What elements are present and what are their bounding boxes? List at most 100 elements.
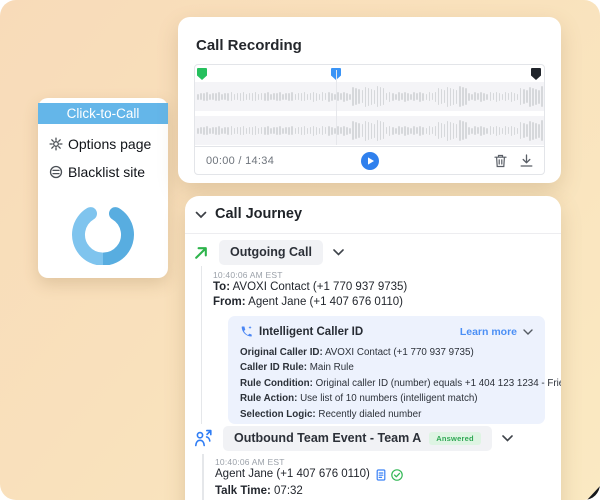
power-icon[interactable]	[67, 193, 139, 265]
waveform-bar	[480, 92, 482, 102]
waveform-bar	[456, 90, 458, 104]
waveform-bar	[374, 90, 376, 104]
caller-id-field: Caller ID Rule: Main Rule	[240, 360, 533, 375]
waveform-bar	[322, 126, 324, 135]
waveform-bar	[486, 94, 488, 100]
waveform-bar	[279, 92, 281, 101]
waveform-bar	[221, 128, 223, 134]
waveform-bar	[511, 92, 513, 102]
waveform-bar	[295, 128, 297, 134]
waveform-bar	[304, 92, 306, 101]
caller-id-field: Rule Action: Use list of 10 numbers (int…	[240, 391, 533, 406]
chevron-down-icon[interactable]	[502, 435, 513, 442]
menu-item-options-page[interactable]: Options page	[38, 136, 168, 152]
waveform-bar	[523, 123, 525, 138]
waveform-bar	[477, 93, 479, 100]
waveform-bar	[264, 127, 266, 135]
end-marker[interactable]	[531, 68, 541, 81]
waveform-bar	[234, 94, 236, 100]
waveform-bar	[526, 124, 528, 137]
waveform-bar	[337, 92, 339, 101]
waveform-bar	[493, 127, 495, 134]
waveform-bar	[288, 93, 290, 101]
trash-icon[interactable]	[494, 154, 507, 168]
waveform-bar	[517, 128, 519, 134]
waveform-bar	[386, 127, 388, 134]
chevron-down-icon[interactable]	[333, 249, 344, 256]
menu-item-label: Blacklist site	[68, 164, 145, 180]
waveform-bar	[288, 127, 290, 135]
waveform-bar	[532, 122, 534, 140]
waveform-bar	[508, 93, 510, 100]
waveform-bar	[435, 126, 437, 136]
waveform-bar	[349, 128, 351, 134]
timeline-connector	[202, 454, 204, 500]
waveform-bar	[346, 127, 348, 135]
waveform-bar	[237, 93, 239, 100]
waveform-bar	[422, 93, 424, 101]
menu-item-blacklist-site[interactable]: Blacklist site	[38, 164, 168, 180]
waveform-bar	[215, 127, 217, 135]
event-timestamp: 10:40:06 AM EST	[213, 270, 283, 280]
waveform-bar	[383, 122, 385, 139]
waveform-panel[interactable]: 00:00 / 14:34	[194, 64, 545, 175]
waveform-bar	[209, 128, 211, 134]
chevron-down-icon[interactable]	[523, 329, 533, 335]
waveform-bar	[258, 128, 260, 134]
caller-id-field: Selection Logic: Recently dialed number	[240, 407, 533, 422]
waveform-bar	[197, 94, 199, 100]
play-button[interactable]	[361, 152, 379, 170]
waveform-bar	[240, 127, 242, 135]
waveform-bar	[352, 87, 354, 106]
learn-more-link[interactable]: Learn more	[460, 326, 517, 338]
caller-id-title: Intelligent Caller ID	[259, 326, 363, 338]
waveform-bar	[520, 122, 522, 139]
event-chip-outgoing-call[interactable]: Outgoing Call	[219, 240, 323, 265]
waveform-bar	[307, 128, 309, 134]
waveform-bar	[316, 93, 318, 101]
collapse-chevron-icon[interactable]	[195, 211, 207, 219]
waveform-bar	[340, 127, 342, 134]
waveform-bar	[352, 121, 354, 140]
waveform-bar	[432, 127, 434, 134]
waveform-bar	[365, 87, 367, 107]
waveform-bar	[419, 92, 421, 102]
waveform-bar	[291, 92, 293, 101]
waveform-bar	[200, 127, 202, 134]
waveform-bar	[200, 93, 202, 100]
event-chip-outbound-team[interactable]: Outbound Team Event - Team A Answered	[223, 426, 492, 451]
outgoing-arrow-icon	[193, 245, 209, 261]
waveform-bar	[362, 124, 364, 137]
panel-title: Call Journey	[215, 206, 302, 222]
waveform-bar	[413, 126, 415, 135]
waveform-bar	[368, 122, 370, 140]
waveform-bar	[483, 127, 485, 135]
waveform-bar	[496, 92, 498, 102]
waveform-bar	[483, 93, 485, 101]
waveform-bar	[227, 127, 229, 135]
waveform-bar	[426, 128, 428, 134]
event-outbound-team: Outbound Team Event - Team A Answered	[194, 426, 513, 451]
waveform-bar	[462, 87, 464, 106]
waveform-bar	[450, 88, 452, 106]
waveform-bar	[426, 94, 428, 100]
waveform-bar	[401, 93, 403, 100]
waveform-bar	[419, 126, 421, 136]
waveform-bar	[453, 89, 455, 105]
download-icon[interactable]	[520, 154, 533, 167]
event-outgoing-call: Outgoing Call	[193, 240, 344, 265]
waveform-bar	[313, 92, 315, 102]
waveform-bar	[325, 93, 327, 100]
waveform-bar	[529, 121, 531, 141]
start-marker[interactable]	[197, 68, 207, 81]
caller-id-field: Rule Condition: Original caller ID (numb…	[240, 376, 533, 391]
waveform-bar	[203, 127, 205, 135]
waveform-bar	[313, 126, 315, 136]
waveform-bar	[267, 126, 269, 135]
waveform-bar	[301, 93, 303, 101]
waveform-bar	[310, 93, 312, 100]
waveform-bar	[465, 122, 467, 139]
waveform-bar	[346, 93, 348, 101]
waveform-bar	[505, 92, 507, 101]
copy-icon[interactable]	[375, 469, 386, 481]
